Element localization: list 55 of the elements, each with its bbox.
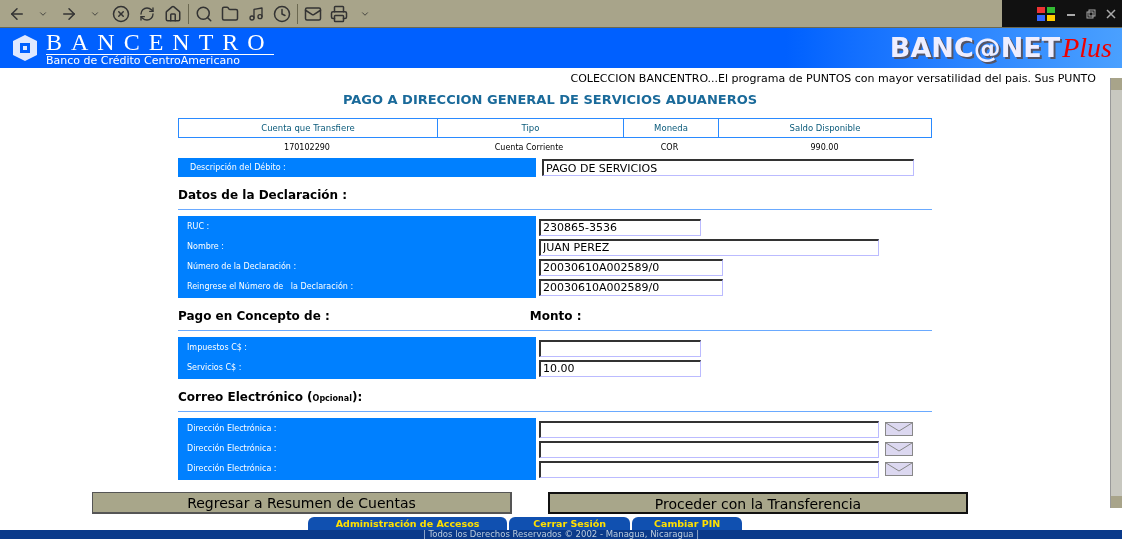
input-field[interactable]: JUAN PEREZ (539, 238, 879, 256)
column-header: Tipo (437, 119, 623, 137)
input-field[interactable] (539, 339, 701, 357)
column-header: Saldo Disponible (718, 119, 931, 137)
bank-subtitle: Banco de Crédito CentroAmericano (46, 55, 241, 66)
product-logo: BANC@NET (889, 30, 1061, 65)
page-title: PAGO A DIRECCION GENERAL DE SERVICIOS ADUANEROS (342, 90, 758, 109)
printer-icon[interactable] (328, 3, 350, 24)
field-label: Servicios C$ : (186, 362, 243, 374)
envelope-icon[interactable] (885, 422, 913, 436)
envelope-icon[interactable] (885, 442, 913, 456)
action-button[interactable]: Regresar a Resumen de Cuentas (92, 492, 512, 514)
bank-name: BANCENTRO (46, 30, 274, 55)
action-button[interactable]: Proceder con la Transferencia (548, 492, 968, 514)
input-field[interactable] (539, 440, 879, 458)
field-label: Dirección Electrónica : (186, 442, 278, 455)
copyright-text: | Todos los Derechos Reservados © 2002 - Managua, Nicaragua | (422, 530, 700, 539)
input-field[interactable]: 230865-3536 (539, 218, 701, 236)
footer-tab[interactable]: Cambiar PIN (632, 517, 743, 530)
envelope-icon[interactable] (885, 462, 913, 476)
field-label: Dirección Electrónica : (186, 462, 278, 475)
input-field[interactable]: PAGO DE SERVICIOS (542, 159, 914, 176)
field-label: Nombre : (186, 241, 226, 253)
table-cell-text: 990.00 (809, 142, 840, 154)
input-field[interactable]: 20030610A002589/0 (539, 258, 723, 276)
restore-icon[interactable] (1086, 8, 1096, 19)
field-label: Reingrese el Número de la Declaración : (186, 280, 355, 293)
bank-logo-icon (10, 33, 40, 63)
section-heading: Pago en Concepto de : (178, 308, 330, 325)
stop-icon[interactable] (110, 3, 132, 24)
scrollbar[interactable] (1110, 78, 1122, 508)
section-heading: Correo Electrónico (Opcional): (178, 389, 363, 406)
field-label: RUC : (186, 221, 211, 233)
table-cell-text: Cuenta Corriente (493, 142, 565, 154)
input-field[interactable] (539, 460, 879, 478)
input-field[interactable] (539, 420, 879, 438)
table-cell-text: 170102290 (283, 142, 331, 154)
input-field[interactable]: 20030610A002589/0 (539, 278, 723, 296)
section-heading: Datos de la Declaración : (178, 187, 348, 204)
field-label: Dirección Electrónica : (186, 422, 278, 435)
table-cell-text: COR (659, 142, 680, 154)
footer-tab[interactable]: Administración de Accesos (307, 517, 508, 530)
field-label: Descripción del Débito : (178, 158, 536, 177)
footer-tab[interactable]: Cerrar Sesión (509, 517, 630, 530)
marquee-text: COLECCION BANCENTRO...El programa de PUNTOS con mayor versatilidad del pais. Sus PUNTO (570, 71, 1096, 87)
column-header: Moneda (623, 119, 718, 137)
clock-icon[interactable] (271, 3, 293, 24)
product-logo-suffix: Plus (1062, 31, 1112, 65)
input-field[interactable]: 10.00 (539, 359, 701, 377)
section-heading: Monto : (529, 308, 582, 325)
field-label: Número de la Declaración : (186, 260, 298, 273)
close-icon[interactable] (1106, 8, 1116, 19)
field-label: Impuestos C$ : (186, 342, 249, 354)
windows-logo-icon (1036, 5, 1056, 22)
column-header: Cuenta que Transfiere (260, 121, 356, 135)
